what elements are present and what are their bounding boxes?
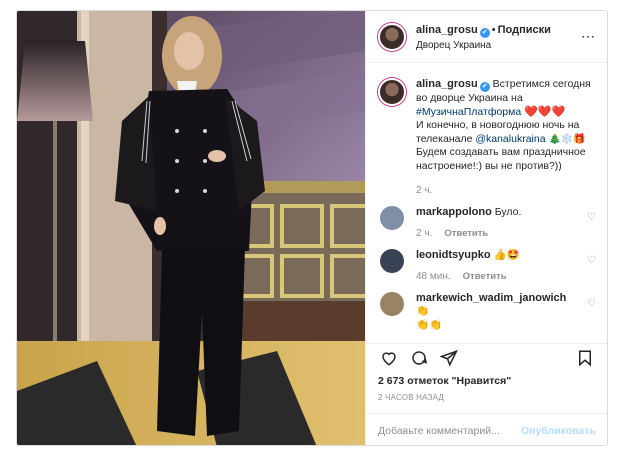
comment-username[interactable]: markewich_wadim_janowich — [416, 292, 566, 304]
add-comment-bar: Опубликовать — [366, 413, 607, 445]
comment-avatar[interactable] — [380, 248, 404, 273]
comment-avatar[interactable] — [380, 205, 404, 230]
photo-illustration — [17, 11, 365, 445]
caption-avatar[interactable] — [378, 78, 406, 106]
comment-text: 👍🤩 — [493, 248, 520, 261]
comment-body: markewich_wadim_janowich 👏 👏👏 — [416, 292, 580, 333]
bookmark-icon[interactable] — [572, 347, 598, 369]
post-location[interactable]: Дворец Украина — [416, 38, 551, 53]
comment-like-heart-icon[interactable]: ♡ — [587, 255, 596, 266]
more-options-icon[interactable]: ⋯ — [581, 28, 596, 45]
comments-section[interactable]: alina_grosu ✔ Встретимся сегодня во дворц… — [366, 64, 607, 342]
verified-badge-icon: ✔ — [479, 82, 490, 92]
caption-time[interactable]: 2 ч. — [416, 184, 596, 198]
caption-username[interactable]: alina_grosu — [416, 78, 478, 90]
verified-badge-icon: ✔ — [479, 27, 490, 38]
post-header: alina_grosu ✔ • Подписки Дворец Украина ⋯ — [366, 11, 607, 63]
likes-count[interactable]: 2 673 отметок "Нравится" — [378, 375, 511, 387]
comment-like-heart-icon[interactable]: ♡ — [587, 298, 596, 309]
separator-dot: • — [491, 23, 496, 36]
comment-icon[interactable] — [406, 347, 432, 369]
author-avatar[interactable] — [378, 22, 406, 51]
share-icon[interactable] — [436, 347, 462, 369]
caption-emojis: 🎄❄️🎁 — [548, 133, 586, 145]
comment-text: Було. — [494, 205, 522, 218]
comment-username[interactable]: leonidtsyupko — [416, 249, 491, 261]
comment-input[interactable] — [378, 424, 522, 437]
comment-body: markappolono Було. 2 ч. Ответить — [416, 206, 580, 241]
comment-time[interactable]: 48 мин. — [416, 271, 451, 282]
publish-button[interactable]: Опубликовать — [521, 425, 596, 437]
caption-text-3: Будем создавать вам праздничное настроен… — [416, 146, 586, 172]
comment-avatar[interactable] — [380, 291, 404, 316]
follow-button[interactable]: Подписки — [498, 24, 551, 36]
comment-item: markewich_wadim_janowich 👏 👏👏 ♡ — [378, 291, 596, 333]
comment-item: markappolono Було. 2 ч. Ответить ♡ — [378, 205, 596, 241]
author-meta: alina_grosu ✔ • Подписки Дворец Украина — [416, 21, 551, 53]
caption-mention[interactable]: @kanalukraina — [475, 133, 545, 145]
caption-hashtag[interactable]: #МузичнаПлатформа — [416, 106, 521, 118]
caption-hearts: ❤️❤️❤️ — [524, 105, 566, 118]
post-timestamp[interactable]: 2 ЧАСОВ НАЗАД — [378, 393, 444, 402]
comment-body: leonidtsyupko 👍🤩 48 мин. Ответить — [416, 249, 580, 284]
comment-item: leonidtsyupko 👍🤩 48 мин. Ответить ♡ — [378, 248, 596, 284]
comment-username[interactable]: markappolono — [416, 206, 492, 218]
comment-like-heart-icon[interactable]: ♡ — [587, 212, 596, 223]
post-caption: alina_grosu ✔ Встретимся сегодня во дворц… — [378, 78, 596, 198]
reply-button[interactable]: Ответить — [463, 271, 507, 282]
reply-button[interactable]: Ответить — [444, 228, 488, 239]
caption-body: alina_grosu ✔ Встретимся сегодня во дворц… — [416, 78, 596, 198]
post-sidebar: alina_grosu ✔ • Подписки Дворец Украина ⋯ a… — [365, 11, 607, 445]
instagram-post: alina_grosu ✔ • Подписки Дворец Украина ⋯ a… — [16, 10, 608, 446]
comment-text-2: 👏👏 — [416, 318, 443, 331]
comment-text: 👏 — [416, 305, 430, 317]
comment-meta: 48 мин. Ответить — [416, 270, 580, 284]
heart-icon[interactable] — [376, 347, 402, 369]
comment-meta: 2 ч. Ответить — [416, 227, 580, 241]
action-bar — [366, 343, 607, 371]
post-photo[interactable] — [17, 11, 365, 445]
author-username[interactable]: alina_grosu — [416, 24, 478, 36]
comment-time[interactable]: 2 ч. — [416, 228, 432, 239]
